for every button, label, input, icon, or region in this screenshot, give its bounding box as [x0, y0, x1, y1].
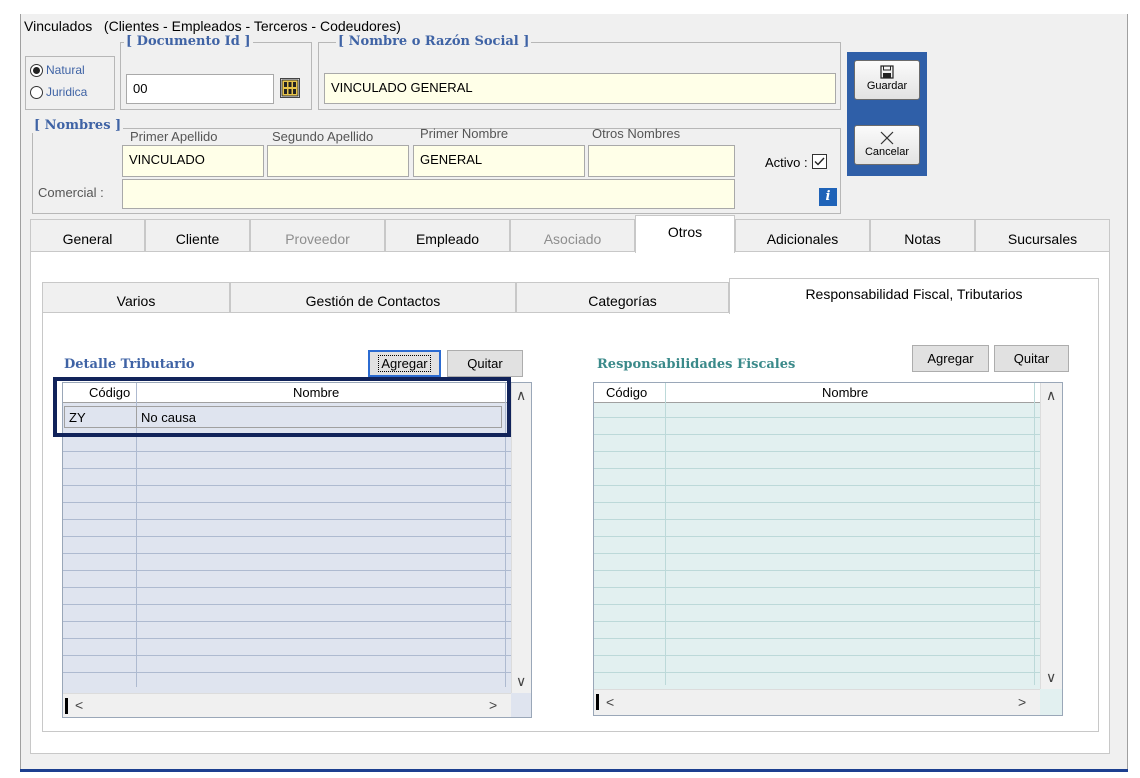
primer-nombre-label: Primer Nombre [420, 126, 509, 141]
activo-label: Activo : [765, 155, 808, 170]
tab-cliente[interactable]: Cliente [145, 219, 250, 252]
info-icon[interactable]: i [819, 188, 837, 206]
table-row[interactable]: ZY No causa [64, 406, 502, 428]
tab-adicionales[interactable]: Adicionales [735, 219, 870, 252]
juridica-radio[interactable] [30, 86, 43, 99]
scroll-left-icon[interactable]: < [606, 694, 614, 710]
natural-radio[interactable] [30, 64, 43, 77]
tab-sucursales[interactable]: Sucursales [975, 219, 1110, 252]
detalle-agregar-label: Agregar [378, 355, 431, 372]
window-title: Vinculados (Clientes - Empleados - Terce… [24, 18, 401, 34]
responsabilidades-grid[interactable]: Código Nombre ∧ ∨ < > [593, 382, 1063, 716]
comercial-label: Comercial : [38, 185, 104, 200]
cancelar-button[interactable]: Cancelar [854, 125, 920, 165]
nombres-legend: [ Nombres ] [32, 118, 124, 133]
tab-otros[interactable]: Otros [635, 215, 735, 253]
window-title-text: Vinculados [24, 18, 93, 34]
tab-general[interactable]: General [30, 219, 145, 252]
primer-apellido-label: Primer Apellido [130, 129, 218, 144]
scroll-down-icon[interactable]: ∨ [516, 673, 526, 690]
resp-quitar-button[interactable]: Quitar [994, 345, 1069, 372]
otros-nombres-label: Otros Nombres [592, 126, 681, 141]
row-indicator [596, 694, 599, 710]
scroll-down-icon[interactable]: ∨ [1046, 669, 1056, 686]
detalle-hscrollbar[interactable]: < > [63, 693, 511, 717]
resp-col-codigo[interactable]: Código [606, 385, 647, 400]
detalle-row-nombre: No causa [141, 410, 196, 425]
window-subtitle: (Clientes - Empleados - Terceros - Codeu… [103, 18, 401, 34]
subtab-gestion-contactos[interactable]: Gestión de Contactos [230, 282, 516, 313]
scroll-left-icon[interactable]: < [75, 697, 83, 713]
tab-asociado[interactable]: Asociado [510, 219, 635, 252]
detalle-row-codigo: ZY [69, 410, 86, 425]
primer-nombre-input[interactable]: GENERAL [413, 145, 585, 177]
resp-col-nombre[interactable]: Nombre [822, 385, 868, 400]
activo-checkbox[interactable] [812, 154, 827, 169]
cancel-x-icon [880, 131, 894, 145]
resp-vscrollbar[interactable]: ∧ ∨ [1040, 383, 1062, 689]
scroll-right-icon[interactable]: > [489, 697, 497, 713]
guardar-label: Guardar [866, 80, 908, 92]
tab-proveedor[interactable]: Proveedor [250, 219, 385, 252]
check-icon [814, 157, 825, 166]
scroll-right-icon[interactable]: > [1018, 694, 1026, 710]
tab-notas[interactable]: Notas [870, 219, 975, 252]
razon-social-input[interactable]: VINCULADO GENERAL [324, 73, 836, 104]
razon-social-legend: [ Nombre o Razón Social ] [336, 34, 532, 49]
natural-label: Natural [46, 63, 85, 77]
resp-grid-header: Código Nombre [594, 383, 1040, 403]
calculator-icon[interactable] [280, 78, 300, 98]
tab-empleado[interactable]: Empleado [385, 219, 510, 252]
segundo-apellido-input[interactable] [267, 145, 409, 177]
scroll-up-icon[interactable]: ∧ [1046, 387, 1056, 404]
resp-hscrollbar[interactable]: < > [594, 689, 1040, 715]
detalle-vscrollbar[interactable]: ∧ ∨ [511, 383, 531, 693]
detalle-agregar-button[interactable]: Agregar [368, 350, 441, 377]
primer-apellido-input[interactable]: VINCULADO [122, 145, 264, 177]
comercial-input[interactable] [122, 179, 735, 209]
window-bottom-border [20, 769, 1128, 772]
documento-legend: [ Documento Id ] [124, 34, 253, 49]
juridica-label: Juridica [46, 85, 88, 99]
segundo-apellido-label: Segundo Apellido [272, 129, 374, 144]
guardar-button[interactable]: Guardar [854, 60, 920, 100]
floppy-disk-icon [880, 65, 894, 79]
subtab-responsabilidad-fiscal[interactable]: Responsabilidad Fiscal, Tributarios [729, 278, 1099, 314]
documento-input[interactable]: 00 [126, 74, 274, 104]
scroll-up-icon[interactable]: ∧ [516, 387, 526, 404]
otros-nombres-input[interactable] [588, 145, 735, 177]
resp-agregar-button[interactable]: Agregar [912, 345, 989, 372]
detalle-tributario-title: Detalle Tributario [64, 357, 195, 372]
subtab-categorias[interactable]: Categorías [516, 282, 729, 313]
cancelar-label: Cancelar [864, 146, 910, 158]
responsabilidades-title: Responsabilidades Fiscales [597, 357, 796, 372]
subtab-varios[interactable]: Varios [42, 282, 230, 313]
detalle-quitar-button[interactable]: Quitar [447, 350, 523, 377]
row-indicator [65, 698, 68, 714]
